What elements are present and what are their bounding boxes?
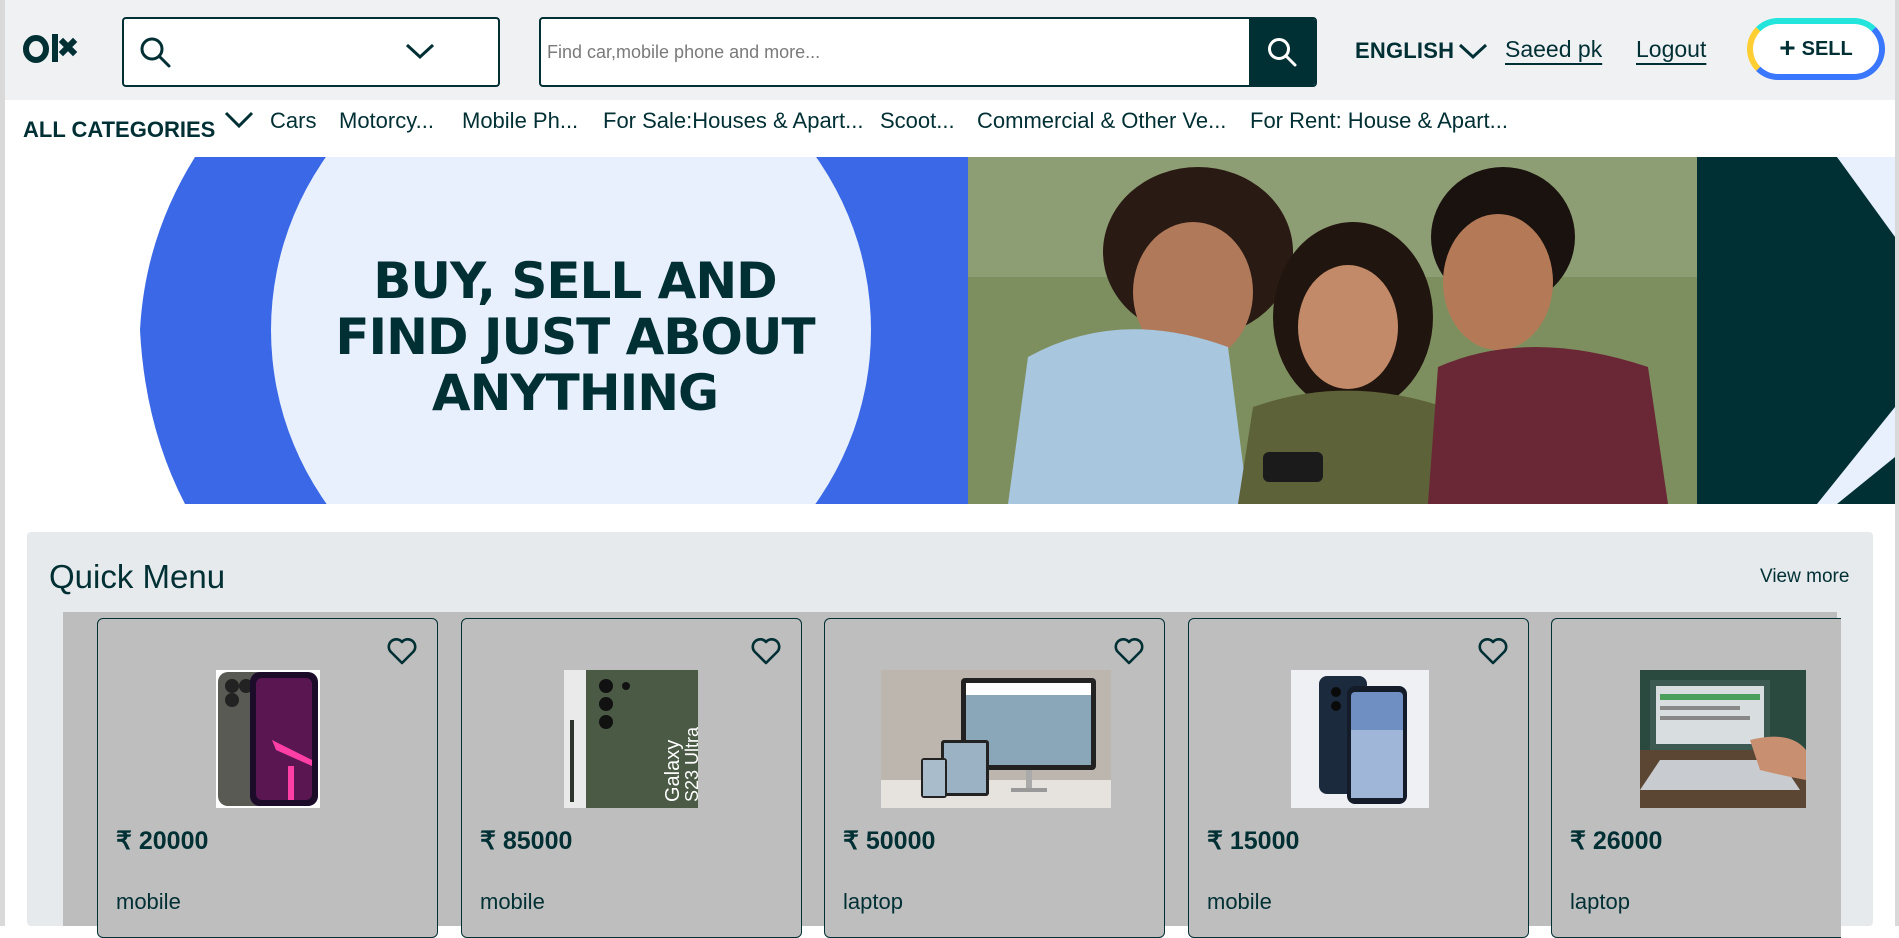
search-icon — [1268, 38, 1297, 67]
product-price: ₹ 50000 — [843, 827, 936, 855]
product-name: mobile — [116, 889, 181, 914]
search-input[interactable] — [541, 19, 1237, 85]
people-photo — [968, 157, 1703, 504]
product-price: ₹ 15000 — [1207, 827, 1300, 855]
banner-headline-line1: BUY, SELL AND — [373, 252, 777, 310]
search-bar — [539, 17, 1317, 87]
search-icon — [140, 37, 171, 68]
hero-banner[interactable]: BUY, SELL AND FIND JUST ABOUT ANYTHING — [5, 157, 1895, 504]
devices-image — [881, 670, 1111, 808]
quick-menu-title: Quick Menu — [49, 558, 226, 595]
category-item-scooters[interactable]: Scoot... — [880, 108, 955, 134]
language-label: ENGLISH — [1355, 38, 1455, 63]
heart-icon[interactable] — [1114, 637, 1144, 665]
product-price: ₹ 85000 — [480, 827, 573, 855]
chevron-down-icon[interactable] — [224, 109, 254, 131]
category-item-motorcycles[interactable]: Motorcy... — [339, 108, 434, 134]
category-item-cars[interactable]: Cars — [270, 108, 316, 134]
product-card[interactable]: ₹ 26000 laptop — [1551, 618, 1841, 938]
chevron-down-icon — [1459, 43, 1488, 60]
category-item-mobile-phones[interactable]: Mobile Ph... — [462, 108, 578, 134]
product-price: ₹ 26000 — [1570, 827, 1663, 855]
category-item-houses-for-rent[interactable]: For Rent: House & Apart... — [1250, 108, 1508, 134]
heart-icon[interactable] — [1478, 637, 1508, 665]
banner-arrow-panel — [1697, 157, 1895, 504]
all-categories-label[interactable]: ALL CATEGORIES — [23, 117, 215, 143]
product-name: mobile — [1207, 889, 1272, 914]
view-more-link[interactable]: View more — [1760, 566, 1849, 588]
product-card[interactable]: Galaxy S23 Ultra ₹ 85000 mobile — [461, 618, 802, 938]
product-name: laptop — [843, 889, 903, 914]
product-name: laptop — [1570, 889, 1630, 914]
product-card[interactable]: ₹ 20000 mobile — [97, 618, 438, 938]
language-selector[interactable]: ENGLISH — [1355, 38, 1488, 64]
vivo-phone-image — [1291, 670, 1429, 808]
heart-icon[interactable] — [751, 637, 781, 665]
location-selector[interactable] — [122, 17, 500, 87]
chevron-down-icon — [405, 43, 435, 60]
product-price: ₹ 20000 — [116, 827, 209, 855]
svg-text:S23 Ultra: S23 Ultra — [682, 726, 698, 802]
banner-headline-line2: FIND JUST ABOUT — [335, 308, 815, 366]
category-item-houses-for-sale[interactable]: For Sale:Houses & Apart... — [603, 108, 863, 134]
logout-link[interactable]: Logout — [1636, 36, 1706, 63]
product-card[interactable]: ₹ 15000 mobile — [1188, 618, 1529, 938]
laptop-image — [1640, 670, 1806, 808]
galaxy-s23-ultra-image: Galaxy S23 Ultra — [564, 670, 698, 808]
sell-label: SELL — [1801, 37, 1853, 60]
user-profile-link[interactable]: Saeed pk — [1505, 36, 1602, 63]
banner-headline: BUY, SELL AND FIND JUST ABOUT ANYTHING — [325, 253, 825, 421]
window-frame-right — [1895, 0, 1899, 926]
heart-icon[interactable] — [387, 637, 417, 665]
svg-text:Galaxy: Galaxy — [662, 740, 684, 802]
plus-icon: + — [1779, 31, 1796, 63]
search-button[interactable] — [1249, 19, 1315, 85]
sell-button[interactable]: + SELL — [1747, 18, 1885, 80]
header: ENGLISH Saeed pk Logout + SELL — [5, 0, 1895, 100]
olx-logo[interactable] — [23, 28, 91, 68]
category-item-commercial-vehicles[interactable]: Commercial & Other Ve... — [977, 108, 1226, 134]
product-card[interactable]: ₹ 50000 laptop — [824, 618, 1165, 938]
iphone-image — [216, 670, 320, 808]
banner-headline-line3: ANYTHING — [431, 364, 719, 422]
product-name: mobile — [480, 889, 545, 914]
